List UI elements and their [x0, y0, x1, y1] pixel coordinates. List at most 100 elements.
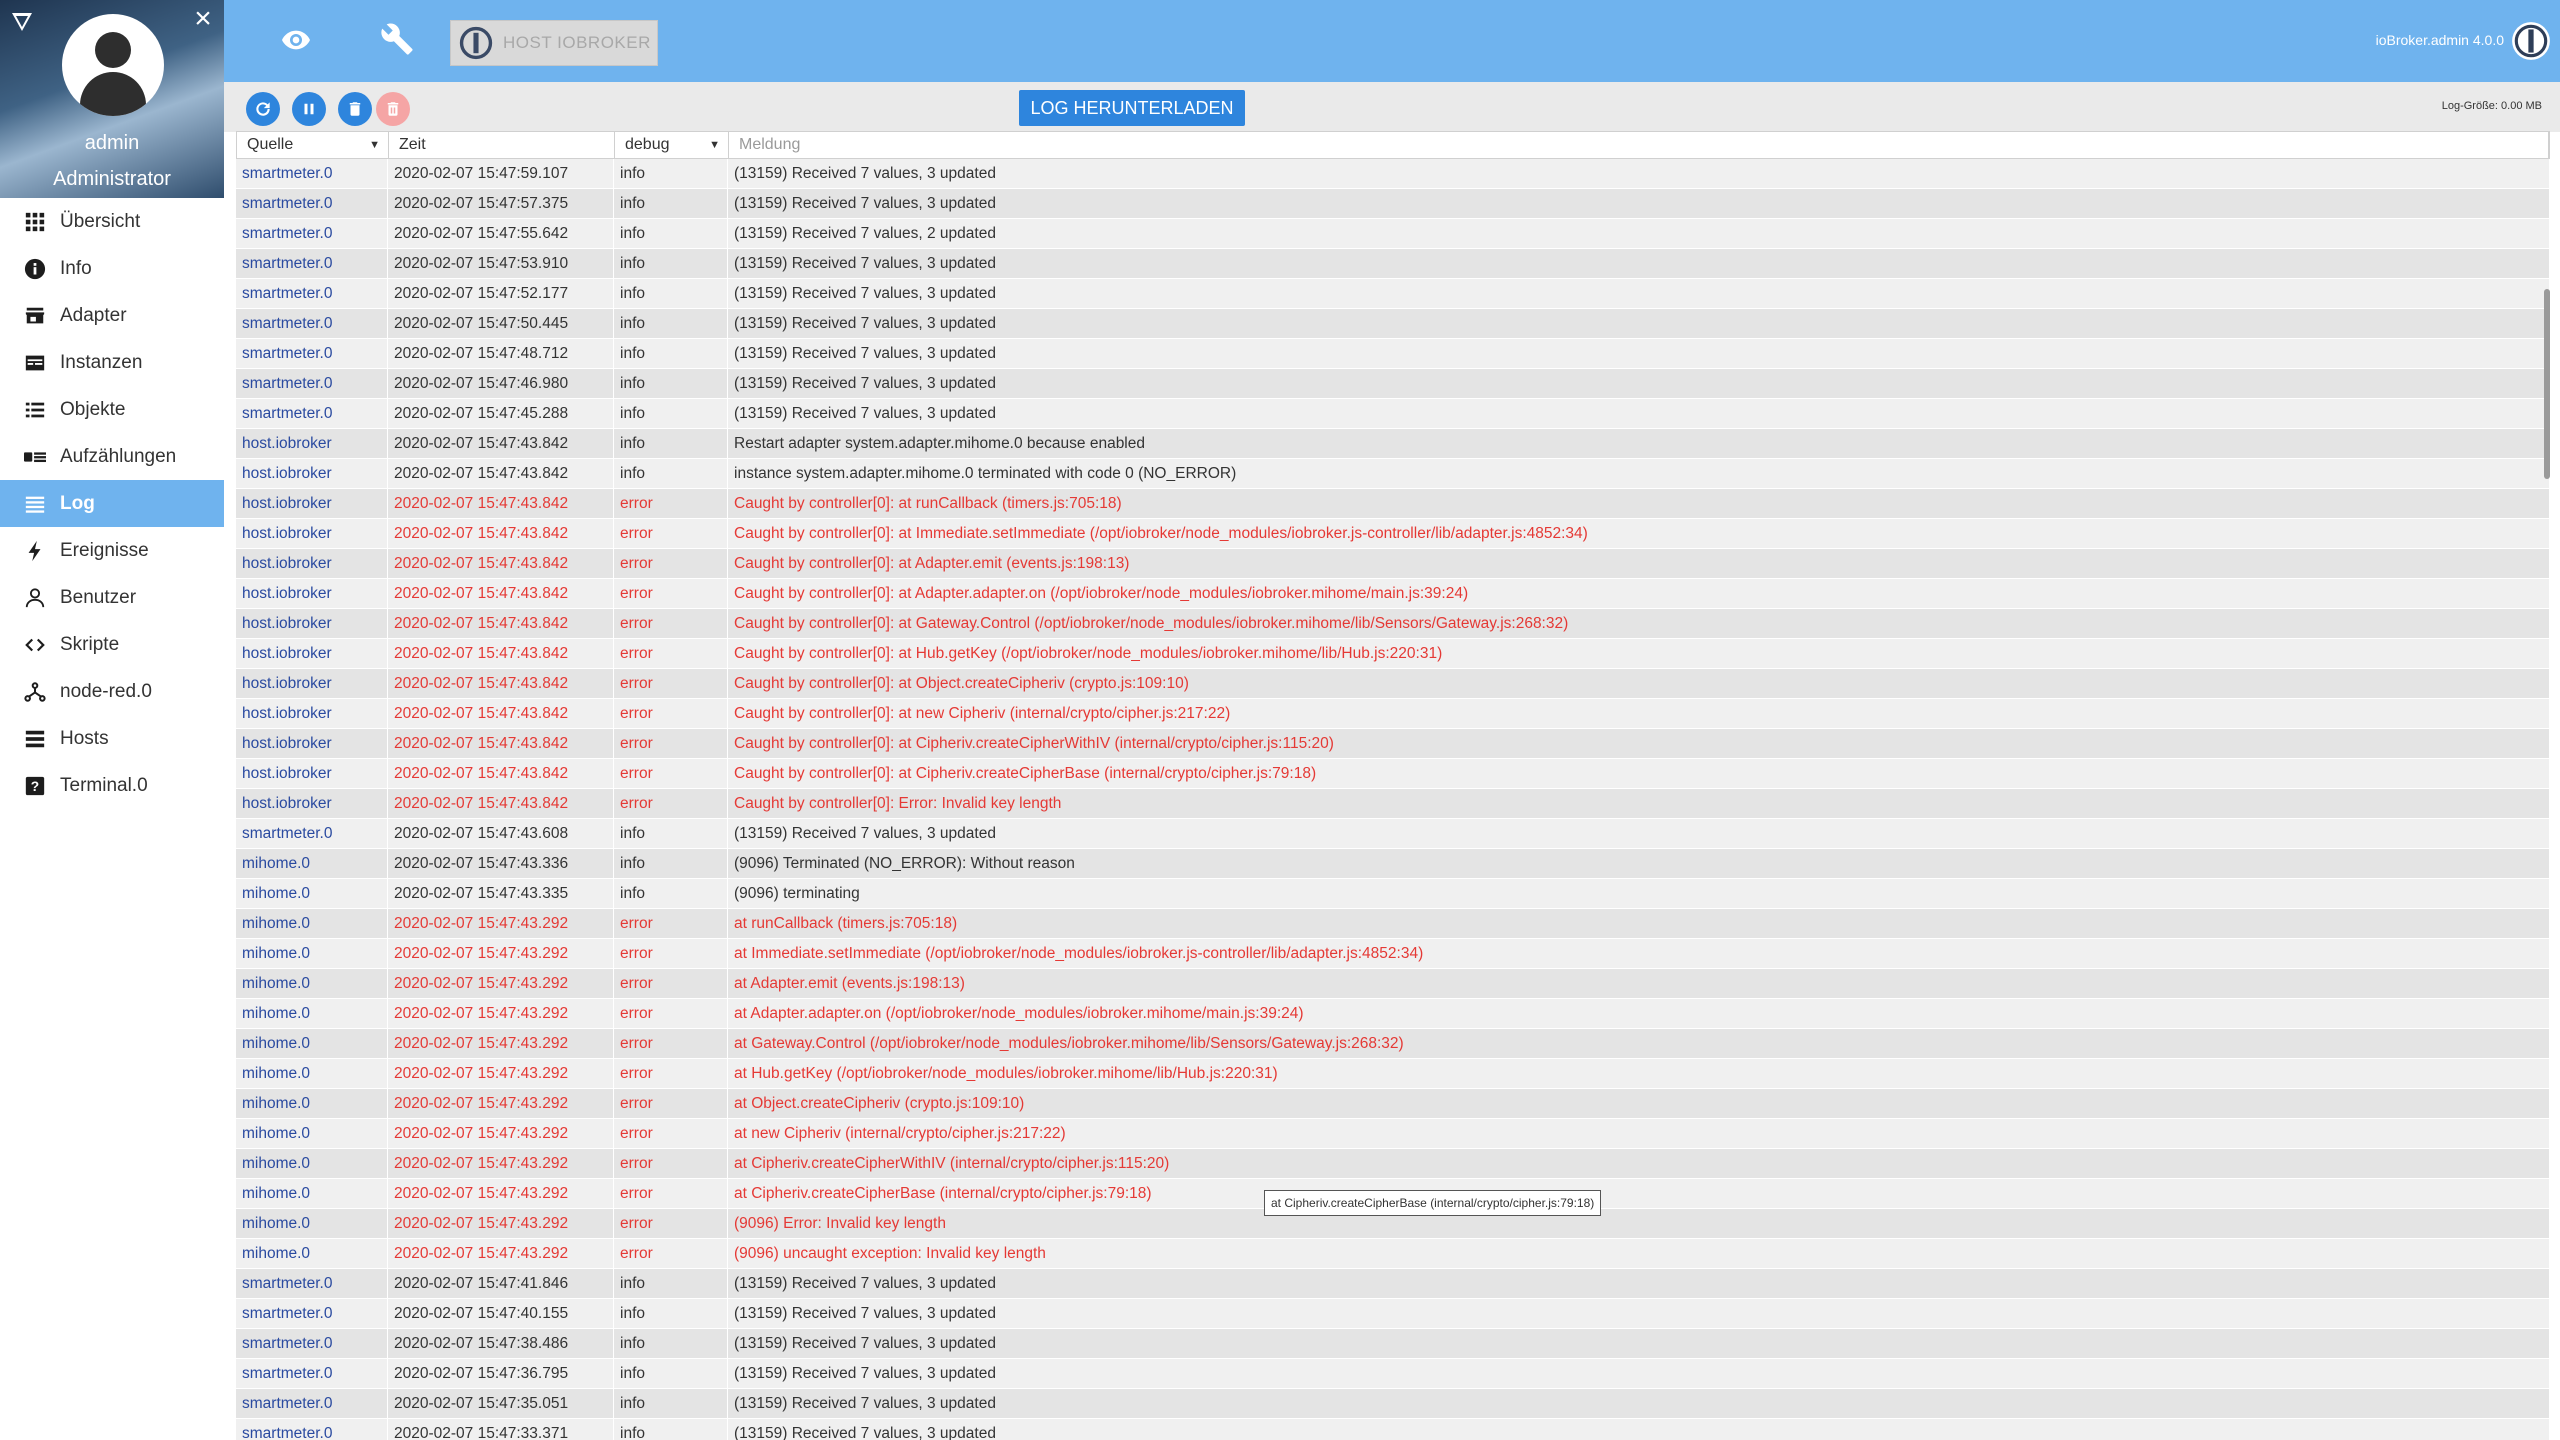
table-row[interactable]: smartmeter.0 2020-02-07 15:47:59.107 info(… [236, 159, 2550, 189]
download-log-button[interactable]: LOG HERUNTERLADEN [1019, 90, 1245, 126]
cell-severity: info [614, 1329, 728, 1358]
table-row[interactable]: mihome.0 2020-02-07 15:47:43.292 error at G… [236, 1029, 2550, 1059]
table-row[interactable]: host.iobroker 2020-02-07 15:47:43.842 erro… [236, 729, 2550, 759]
cell-source: host.iobroker [236, 489, 388, 518]
cell-severity: error [614, 789, 728, 818]
cell-time: 2020-02-07 15:47:43.292 [388, 1149, 614, 1178]
sidebar-item-node-red-0[interactable]: node-red.0 [0, 668, 224, 715]
sidebar-item-hosts[interactable]: Hosts [0, 715, 224, 762]
sidebar-item-objekte[interactable]: Objekte [0, 386, 224, 433]
table-row[interactable]: smartmeter.0 2020-02-07 15:47:38.486 info(… [236, 1329, 2550, 1359]
table-row[interactable]: smartmeter.0 2020-02-07 15:47:33.371 info(… [236, 1419, 2550, 1440]
delete-log-button[interactable] [376, 92, 410, 126]
cell-severity: error [614, 549, 728, 578]
table-row[interactable]: smartmeter.0 2020-02-07 15:47:36.795 info(… [236, 1359, 2550, 1389]
eye-icon[interactable] [280, 24, 312, 56]
table-row[interactable]: host.iobroker 2020-02-07 15:47:43.842 info… [236, 459, 2550, 489]
table-row[interactable]: mihome.0 2020-02-07 15:47:43.292 error at r… [236, 909, 2550, 939]
message-filter-input[interactable]: Meldung [729, 132, 2549, 158]
table-row[interactable]: mihome.0 2020-02-07 15:47:43.292 error at O… [236, 1089, 2550, 1119]
table-row[interactable]: smartmeter.0 2020-02-07 15:47:52.177 info(… [236, 279, 2550, 309]
sidebar-item-übersicht[interactable]: Übersicht [0, 198, 224, 245]
sidebar-item-log[interactable]: Log [0, 480, 224, 527]
cell-severity: info [614, 399, 728, 428]
cell-message: Caught by controller[0]: at Cipheriv.cre… [728, 759, 2550, 788]
table-row[interactable]: smartmeter.0 2020-02-07 15:47:40.155 info(… [236, 1299, 2550, 1329]
table-row[interactable]: mihome.0 2020-02-07 15:47:43.292 error at A… [236, 999, 2550, 1029]
sidebar-item-label: Terminal.0 [60, 774, 148, 796]
table-row[interactable]: host.iobroker 2020-02-07 15:47:43.842 erro… [236, 699, 2550, 729]
tab-host-iobroker[interactable]: HOST IOBROKER [450, 20, 658, 66]
sidebar-item-label: Log [60, 492, 95, 514]
cell-severity: error [614, 609, 728, 638]
table-row[interactable]: mihome.0 2020-02-07 15:47:43.292 error at n… [236, 1119, 2550, 1149]
cell-severity: error [614, 1029, 728, 1058]
cell-time: 2020-02-07 15:47:38.486 [388, 1329, 614, 1358]
cell-source: host.iobroker [236, 429, 388, 458]
sidebar-item-terminal-0[interactable]: ? Terminal.0 [0, 762, 224, 809]
table-row[interactable]: smartmeter.0 2020-02-07 15:47:50.445 info(… [236, 309, 2550, 339]
menu-toggle-icon[interactable] [10, 10, 34, 34]
cell-message: Caught by controller[0]: Error: Invalid … [728, 789, 2550, 818]
table-row[interactable]: host.iobroker 2020-02-07 15:47:43.842 erro… [236, 609, 2550, 639]
sidebar-item-adapter[interactable]: Adapter [0, 292, 224, 339]
table-row[interactable]: mihome.0 2020-02-07 15:47:43.336 info (9096… [236, 849, 2550, 879]
cell-message: at Adapter.emit (events.js:198:13) [728, 969, 2550, 998]
table-row[interactable]: smartmeter.0 2020-02-07 15:47:57.375 info(… [236, 189, 2550, 219]
table-row[interactable]: smartmeter.0 2020-02-07 15:47:53.910 info(… [236, 249, 2550, 279]
cell-source: host.iobroker [236, 459, 388, 488]
cell-severity: error [614, 1149, 728, 1178]
cell-severity: error [614, 699, 728, 728]
close-icon[interactable]: × [190, 4, 216, 34]
cell-message: (13159) Received 7 values, 3 updated [728, 369, 2550, 398]
table-row[interactable]: host.iobroker 2020-02-07 15:47:43.842 info… [236, 429, 2550, 459]
cell-severity: error [614, 579, 728, 608]
sidebar-item-benutzer[interactable]: Benutzer [0, 574, 224, 621]
table-row[interactable]: mihome.0 2020-02-07 15:47:43.292 error at I… [236, 939, 2550, 969]
wrench-icon[interactable] [380, 22, 414, 56]
source-filter[interactable]: Quelle ▼ [237, 132, 389, 158]
refresh-button[interactable] [246, 92, 280, 126]
table-row[interactable]: host.iobroker 2020-02-07 15:47:43.842 erro… [236, 489, 2550, 519]
cell-severity: error [614, 909, 728, 938]
table-row[interactable]: host.iobroker 2020-02-07 15:47:43.842 erro… [236, 549, 2550, 579]
table-row[interactable]: mihome.0 2020-02-07 15:47:43.292 error at H… [236, 1059, 2550, 1089]
cell-source: host.iobroker [236, 639, 388, 668]
table-row[interactable]: mihome.0 2020-02-07 15:47:43.292 error at A… [236, 969, 2550, 999]
sidebar-item-info[interactable]: Info [0, 245, 224, 292]
table-row[interactable]: host.iobroker 2020-02-07 15:47:43.842 erro… [236, 579, 2550, 609]
sidebar-item-label: Übersicht [60, 210, 141, 232]
sidebar-item-aufzählungen[interactable]: Aufzählungen [0, 433, 224, 480]
table-row[interactable]: host.iobroker 2020-02-07 15:47:43.842 erro… [236, 669, 2550, 699]
cell-message: Caught by controller[0]: at Adapter.emit… [728, 549, 2550, 578]
cell-time: 2020-02-07 15:47:43.292 [388, 1239, 614, 1268]
severity-filter[interactable]: debug ▼ [615, 132, 729, 158]
cell-time: 2020-02-07 15:47:43.608 [388, 819, 614, 848]
table-row[interactable]: smartmeter.0 2020-02-07 15:47:43.608 info(… [236, 819, 2550, 849]
cell-time: 2020-02-07 15:47:40.155 [388, 1299, 614, 1328]
clear-log-button[interactable] [338, 92, 372, 126]
table-row[interactable]: smartmeter.0 2020-02-07 15:47:35.051 info(… [236, 1389, 2550, 1419]
pause-button[interactable] [292, 92, 326, 126]
table-row[interactable]: mihome.0 2020-02-07 15:47:43.335 info (9096… [236, 879, 2550, 909]
scrollbar[interactable] [2544, 289, 2550, 479]
table-row[interactable]: host.iobroker 2020-02-07 15:47:43.842 erro… [236, 519, 2550, 549]
lightning-icon [22, 538, 48, 564]
cell-source: mihome.0 [236, 1149, 388, 1178]
sidebar-item-skripte[interactable]: Skripte [0, 621, 224, 668]
table-row[interactable]: mihome.0 2020-02-07 15:47:43.292 error at C… [236, 1149, 2550, 1179]
sidebar-item-ereignisse[interactable]: Ereignisse [0, 527, 224, 574]
sidebar-item-instanzen[interactable]: Instanzen [0, 339, 224, 386]
table-row[interactable]: host.iobroker 2020-02-07 15:47:43.842 erro… [236, 639, 2550, 669]
table-row[interactable]: smartmeter.0 2020-02-07 15:47:48.712 info(… [236, 339, 2550, 369]
table-row[interactable]: smartmeter.0 2020-02-07 15:47:41.846 info(… [236, 1269, 2550, 1299]
table-row[interactable]: smartmeter.0 2020-02-07 15:47:45.288 info(… [236, 399, 2550, 429]
table-row[interactable]: smartmeter.0 2020-02-07 15:47:55.642 info(… [236, 219, 2550, 249]
cell-time: 2020-02-07 15:47:43.842 [388, 759, 614, 788]
table-row[interactable]: mihome.0 2020-02-07 15:47:43.292 error (909… [236, 1239, 2550, 1269]
table-row[interactable]: smartmeter.0 2020-02-07 15:47:46.980 info(… [236, 369, 2550, 399]
table-row[interactable]: host.iobroker 2020-02-07 15:47:43.842 erro… [236, 759, 2550, 789]
hosts-icon [22, 726, 48, 752]
table-row[interactable]: host.iobroker 2020-02-07 15:47:43.842 erro… [236, 789, 2550, 819]
cell-severity: error [614, 1119, 728, 1148]
